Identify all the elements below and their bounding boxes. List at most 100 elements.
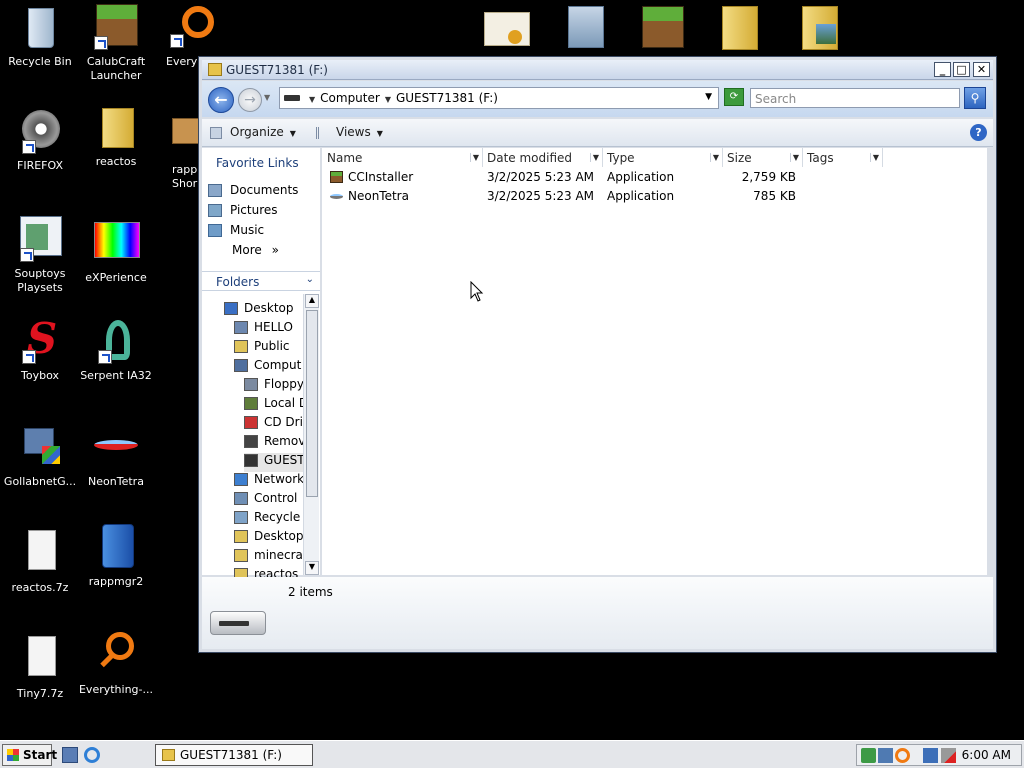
- folder-tree-label: Desktop: [254, 529, 303, 543]
- breadcrumb-separator-icon[interactable]: ▼: [309, 95, 315, 104]
- chevron-down-icon[interactable]: ▼: [709, 153, 719, 162]
- search-icon[interactable]: ⚲: [964, 87, 986, 109]
- chevron-down-icon[interactable]: ▼: [469, 153, 479, 162]
- scroll-thumb[interactable]: [306, 310, 318, 497]
- chevron-down-icon[interactable]: ▼: [869, 153, 879, 162]
- favorite-link-pictures[interactable]: Pictures: [208, 203, 278, 221]
- safely-remove-tray-icon[interactable]: [878, 748, 893, 763]
- favorite-link-more[interactable]: More »: [232, 243, 279, 261]
- folder-tree-item[interactable]: HELLO: [234, 320, 303, 339]
- taskbar-button-explorer[interactable]: GUEST71381 (F:): [155, 744, 313, 766]
- display-tray-icon[interactable]: [923, 748, 938, 763]
- minecraft-block-icon: [330, 171, 343, 183]
- desktop-icon-calubcraft-launcher[interactable]: CalubCraft Launcher: [76, 4, 156, 83]
- column-header-tags[interactable]: Tags ▼: [803, 148, 883, 167]
- organize-button[interactable]: Organize ▼: [210, 125, 296, 139]
- maximize-button[interactable]: □: [953, 62, 970, 77]
- folder-tree-label: GUEST: [264, 453, 303, 467]
- views-button[interactable]: Views ▼: [316, 125, 383, 139]
- folder-tree-item[interactable]: Desktop: [224, 301, 303, 320]
- start-button[interactable]: Start: [2, 744, 57, 766]
- desktop-icon-neontetra[interactable]: NeonTetra: [76, 424, 156, 489]
- favorite-link-documents[interactable]: Documents: [208, 183, 298, 201]
- control-panel-icon[interactable]: [562, 4, 612, 52]
- desktop-icon-everything-installer[interactable]: Everything-...: [76, 632, 156, 697]
- music-icon: [208, 224, 222, 237]
- forward-arrow-icon[interactable]: →: [238, 88, 262, 112]
- folder-tree-item[interactable]: Control: [234, 491, 303, 510]
- folder-tree-item[interactable]: Comput: [234, 358, 303, 377]
- desktop-icon-recycle-bin[interactable]: Recycle Bin: [0, 4, 80, 69]
- desktop-icon-label: reactos.7z: [11, 581, 69, 594]
- scroll-down-icon[interactable]: ▼: [305, 561, 319, 575]
- back-arrow-icon[interactable]: ←: [208, 87, 234, 113]
- desktop-icon-souptoys[interactable]: Souptoys Playsets: [0, 216, 80, 295]
- file-row[interactable]: NeonTetra 3/2/2025 5:23 AM Application 785 …: [322, 187, 987, 206]
- favorite-link-music[interactable]: Music: [208, 223, 264, 241]
- folder-tree-item[interactable]: minecra: [234, 548, 303, 567]
- folder-tree-item[interactable]: Network: [234, 472, 303, 491]
- breadcrumb-computer[interactable]: Computer: [320, 91, 380, 105]
- organize-label: Organize: [230, 125, 284, 139]
- column-header-size[interactable]: Size ▼: [723, 148, 803, 167]
- certificate-icon[interactable]: [482, 6, 532, 54]
- desktop-icon-firefox[interactable]: FIREFOX: [0, 108, 80, 173]
- breadcrumb-separator-icon[interactable]: ▼: [385, 95, 391, 104]
- minimize-button[interactable]: _: [934, 62, 951, 77]
- desktop-icon-rappmgr2[interactable]: rappmgr2: [76, 524, 156, 589]
- file-list: Name ▼ Date modified ▼ Type ▼ Size ▼ Tags ▼ CCIns…: [322, 148, 987, 575]
- desktop-icon-gollabnet[interactable]: GollabnetG...: [0, 424, 80, 489]
- folder-tree-item[interactable]: Local D: [244, 396, 303, 415]
- desktop-icon-rapps-shortcut[interactable]: rapp Shor: [162, 112, 198, 191]
- volume-muted-icon[interactable]: [941, 748, 956, 763]
- column-header-type[interactable]: Type ▼: [603, 148, 723, 167]
- desktop-icon-serpent[interactable]: Serpent IA32: [76, 318, 156, 383]
- breadcrumb-drive[interactable]: GUEST71381 (F:): [396, 91, 498, 105]
- chevron-down-icon[interactable]: ▼: [789, 153, 799, 162]
- help-icon[interactable]: ?: [970, 124, 987, 141]
- folder-tree-item[interactable]: CD Dri: [244, 415, 303, 434]
- column-header-label: Date modified: [487, 151, 573, 165]
- desktop-icon-reactos-7z[interactable]: reactos.7z: [0, 530, 80, 595]
- close-button[interactable]: ✕: [973, 62, 990, 77]
- desktop-icon-everything[interactable]: Every: [158, 4, 214, 69]
- folder-icon[interactable]: [716, 2, 766, 50]
- folder-icon: [234, 492, 248, 505]
- internet-explorer-icon[interactable]: [84, 747, 100, 763]
- folder-icon: [234, 511, 248, 524]
- desktop-icon-tiny7[interactable]: Tiny7.7z: [0, 636, 80, 701]
- folders-heading: Folders: [216, 275, 260, 289]
- folder-tree-label: Desktop: [244, 301, 294, 315]
- column-header-date-modified[interactable]: Date modified ▼: [483, 148, 603, 167]
- folder-tree-item[interactable]: GUEST: [244, 453, 303, 472]
- chevron-down-icon[interactable]: ▼: [589, 153, 599, 162]
- search-tray-icon[interactable]: [895, 748, 910, 763]
- address-dropdown-icon[interactable]: ▼: [705, 92, 712, 102]
- desktop-icon-toybox[interactable]: S Toybox: [0, 318, 80, 383]
- address-bar[interactable]: ▼ Computer ▼ GUEST71381 (F:) ▼: [279, 87, 719, 109]
- folder-tree-item[interactable]: Remov: [244, 434, 303, 453]
- network-tray-icon[interactable]: [861, 748, 876, 763]
- folder-tree-item[interactable]: Desktop: [234, 529, 303, 548]
- column-header-name[interactable]: Name ▼: [323, 148, 483, 167]
- folder-tree-item[interactable]: Recycle: [234, 510, 303, 529]
- folder-tree-label: CD Dri: [264, 415, 303, 429]
- desktop-icon-reactos-folder[interactable]: reactos: [76, 104, 156, 169]
- refresh-icon[interactable]: ⟳: [724, 88, 744, 106]
- title-bar[interactable]: GUEST71381 (F:) _ □ ✕: [202, 60, 993, 80]
- folder-tree-item[interactable]: Floppy: [244, 377, 303, 396]
- show-desktop-icon[interactable]: [62, 747, 78, 763]
- file-row[interactable]: CCInstaller 3/2/2025 5:23 AM Application 2,…: [322, 168, 987, 187]
- minecraft-block-icon[interactable]: [638, 4, 688, 52]
- history-dropdown-icon[interactable]: ▼: [264, 93, 270, 102]
- folder-tree-scrollbar[interactable]: ▲ ▼: [303, 294, 319, 575]
- desktop-icon-experience[interactable]: eXPerience: [76, 220, 156, 285]
- desktop-icon-label: reactos: [95, 155, 137, 168]
- search-input[interactable]: Search: [750, 88, 960, 108]
- pictures-folder-icon[interactable]: [796, 2, 846, 50]
- scroll-up-icon[interactable]: ▲: [305, 294, 319, 308]
- clock[interactable]: 6:00 AM: [962, 748, 1011, 762]
- folder-tree-item[interactable]: Public: [234, 339, 303, 358]
- minecraft-block-icon: [92, 4, 140, 52]
- folders-header[interactable]: Folders ⌄: [202, 271, 320, 291]
